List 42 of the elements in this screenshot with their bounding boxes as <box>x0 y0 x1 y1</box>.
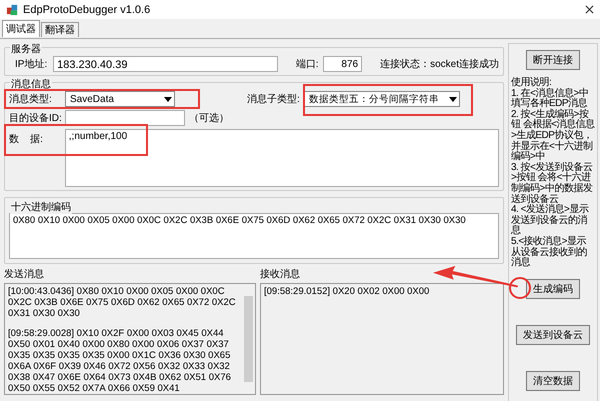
sent-messages-field[interactable] <box>4 283 256 395</box>
help-text: 5.<接收消息>显示从设备云接收到的消息 <box>511 236 588 269</box>
port-label: 端口: <box>296 58 319 71</box>
data-field[interactable]: ,;number,100 <box>64 129 499 187</box>
message-subtype-dropdown[interactable]: 数据类型五：分号间隔字符串 <box>304 91 460 107</box>
dropdown-arrow-icon <box>448 96 457 102</box>
window-title: EdpProtoDebugger v1.0.6 <box>23 4 152 16</box>
app-icon <box>6 3 19 16</box>
received-messages-field[interactable]: [09:58:29.0152] 0X20 0X02 0X00 0X00 <box>260 283 504 395</box>
message-type-label: 消息类型: <box>9 92 53 106</box>
device-id-label: 目的设备ID: <box>9 112 61 125</box>
help-text: 4. <发送消息>显示发送到设备云的消息 <box>511 205 590 236</box>
device-id-field[interactable] <box>65 110 185 126</box>
ip-field[interactable]: 183.230.40.39 <box>53 56 278 72</box>
optional-hint: （可选） <box>189 112 229 125</box>
action-button[interactable]: 发送到设备云 <box>516 324 590 345</box>
group-title: 服务器 <box>10 42 42 56</box>
tab[interactable]: 调试器 <box>2 20 40 37</box>
help-text: 使用说明: <box>511 78 552 88</box>
help-text: 2. 按<生成编码>按钮 会根据<消息信息>生成EDP协议包，并显示在<十六进制编码>中 <box>511 110 595 162</box>
connection-status: 连接状态：socket连接成功 <box>380 58 499 71</box>
log-entry: [09:58:29.0152] 0X20 0X02 0X00 0X00 <box>264 286 430 297</box>
disconnect-button[interactable]: 断开连接 <box>526 50 580 70</box>
sent-messages-label: 发送消息 <box>4 268 45 281</box>
tab[interactable]: 翻译器 <box>41 22 79 37</box>
ip-label: IP地址: <box>14 58 48 71</box>
data-label: 数 据: <box>9 133 44 146</box>
group-title: 十六进制编码 <box>10 200 72 214</box>
action-button[interactable]: 清空数据 <box>526 370 580 391</box>
scrollbar[interactable] <box>244 296 253 382</box>
log-entry: [09:58:29.0028] 0X10 0X2F 0X00 0X03 0X45 0X44 0X50 0X01 0X40 0X00 0X80 0X00 0X06 0X37 0X37 0X35 0X35 0X35 0X35 0X00 0X1C 0X36 0X30 0X65 0X6A 0X6F 0X39 0X46 0X72 0X56 0X32 0X33 0X32 0X38 0X47 0X6E 0X64 0X73 0X4B 0X62 0X51 0X76 0X50 0X55 0X52 0X7A 0X66 0X59 0X41 <box>8 328 232 394</box>
help-text: 3. 按<发送到设备云>按钮 会将<十六进制编码>中的数据发送到设备云 <box>511 162 594 205</box>
message-type-dropdown[interactable]: SaveData <box>65 91 175 107</box>
received-messages-label: 接收消息 <box>260 268 301 281</box>
port-field[interactable]: 876 <box>322 56 362 72</box>
hex-code-field[interactable]: 0X80 0X10 0X00 0X05 0X00 0X0C 0X2C 0X3B 0X6E 0X75 0X6D 0X62 0X65 0X72 0X2C 0X31 0X30 0X30 <box>9 213 499 259</box>
close-icon[interactable] <box>585 5 594 14</box>
help-text: 1. 在<消息信息>中填写各种EDP消息 <box>511 88 590 110</box>
dropdown-arrow-icon <box>164 96 172 102</box>
log-entry: [10:00:43.0436] 0X80 0X10 0X00 0X05 0X00 0X0C 0X2C 0X3B 0X6E 0X75 0X6D 0X62 0X65 0X72 0X2C 0X31 0X30 0X30 <box>8 286 237 319</box>
message-subtype-label: 消息子类型: <box>247 92 300 106</box>
action-button[interactable]: 生成编码 <box>526 278 580 299</box>
